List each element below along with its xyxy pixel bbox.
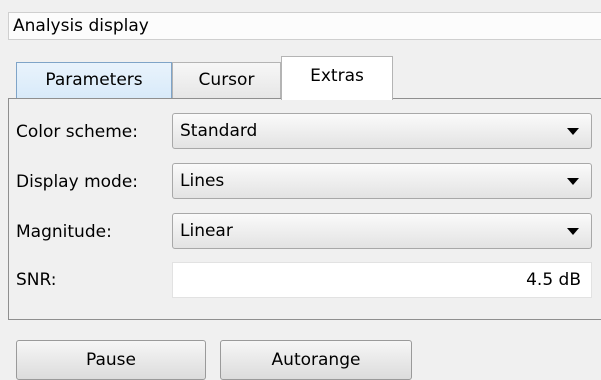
- magnitude-dropdown[interactable]: Linear: [172, 213, 592, 249]
- chevron-down-icon: [567, 128, 579, 135]
- autorange-button[interactable]: Autorange: [220, 340, 412, 380]
- color-scheme-label: Color scheme:: [16, 122, 138, 142]
- pause-button-label: Pause: [86, 350, 136, 370]
- color-scheme-dropdown[interactable]: Standard: [172, 113, 592, 149]
- snr-field[interactable]: 4.5 dB: [172, 262, 592, 298]
- display-mode-label: Display mode:: [16, 172, 139, 192]
- chevron-down-icon: [567, 228, 579, 235]
- snr-value: 4.5 dB: [526, 270, 581, 290]
- autorange-button-label: Autorange: [271, 350, 361, 370]
- display-mode-dropdown[interactable]: Lines: [172, 163, 592, 199]
- magnitude-label: Magnitude:: [16, 222, 112, 242]
- pause-button[interactable]: Pause: [16, 340, 206, 380]
- magnitude-value: Linear: [180, 221, 233, 241]
- snr-label: SNR:: [16, 270, 57, 290]
- display-mode-value: Lines: [180, 171, 225, 191]
- chevron-down-icon: [567, 178, 579, 185]
- color-scheme-value: Standard: [180, 121, 258, 141]
